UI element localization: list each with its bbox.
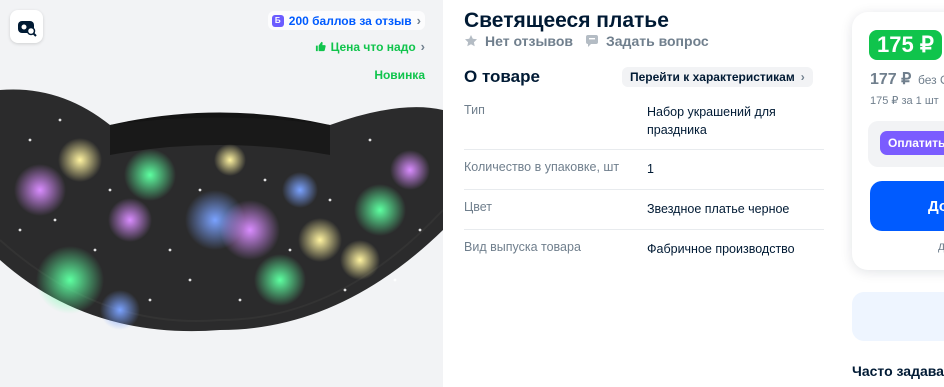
spec-row: Цвет Звездное платье черное: [464, 190, 824, 230]
spec-value: 1: [647, 162, 654, 176]
chevron-right-icon: ›: [420, 39, 425, 54]
characteristics-link-label: Перейти к характеристикам: [630, 70, 795, 84]
new-badge: Новинка: [374, 68, 425, 82]
old-price-note: без О: [918, 73, 944, 87]
chat-icon: [586, 35, 598, 47]
spec-row: Количество в упаковке, шт 1: [464, 150, 824, 190]
spec-value: Фабричное производство: [647, 242, 795, 256]
promo-panel[interactable]: [852, 292, 944, 341]
pay-button[interactable]: Оплатить: [880, 131, 944, 155]
old-price: 177 ₽: [870, 71, 912, 88]
go-to-characteristics-link[interactable]: Перейти к характеристикам ›: [622, 67, 813, 87]
spec-value: Набор украшений для праздника: [647, 105, 776, 137]
payment-option: Оплатить: [868, 121, 944, 167]
spec-key: Цвет: [464, 200, 493, 214]
spec-row: Вид выпуска товара Фабричное производств…: [464, 230, 824, 270]
reviews-label: Нет отзывов: [485, 33, 574, 49]
chevron-right-icon: ›: [416, 13, 421, 28]
reviews-link[interactable]: Нет отзывов: [464, 33, 573, 49]
new-label: Новинка: [374, 68, 425, 82]
add-to-cart-button[interactable]: До: [870, 181, 944, 231]
image-search-button[interactable]: [10, 10, 43, 43]
ask-question-label: Задать вопрос: [606, 33, 709, 49]
ask-question-link[interactable]: Задать вопрос: [585, 33, 709, 49]
good-price-badge[interactable]: Цена что надо ›: [315, 39, 425, 54]
about-heading: О товаре: [464, 67, 540, 86]
price-badge: 175 ₽: [869, 30, 942, 60]
add-to-cart-label: До: [928, 197, 944, 215]
faq-heading: Часто задава: [852, 363, 944, 379]
product-title: Светящееся платье: [464, 9, 669, 33]
unit-price: 175 ₽ за 1 шт: [870, 95, 939, 107]
thumb-up-icon: [315, 41, 326, 52]
spec-table: Тип Набор украшений для праздника Количе…: [464, 94, 824, 270]
spec-key: Вид выпуска товара: [464, 240, 581, 254]
chevron-right-icon: ›: [800, 70, 805, 84]
delivery-note: д: [938, 239, 944, 253]
product-gallery[interactable]: Б 200 баллов за отзыв › Цена что надо › …: [0, 0, 443, 387]
spec-row: Тип Набор украшений для праздника: [464, 94, 824, 150]
star-icon: [465, 35, 477, 47]
good-price-label: Цена что надо: [330, 39, 416, 54]
spec-key: Количество в упаковке, шт: [464, 160, 620, 174]
points-for-review-badge[interactable]: Б 200 баллов за отзыв ›: [267, 11, 425, 30]
points-label: 200 баллов за отзыв: [288, 13, 412, 28]
spec-key: Тип: [464, 103, 485, 117]
points-coin-icon: Б: [271, 14, 284, 27]
image-search-icon: [17, 20, 37, 37]
buy-box: 175 ₽ 177 ₽ без О 175 ₽ за 1 шт Оплатить…: [852, 12, 944, 270]
spec-value: Звездное платье черное: [647, 202, 790, 216]
product-image[interactable]: [0, 80, 443, 387]
